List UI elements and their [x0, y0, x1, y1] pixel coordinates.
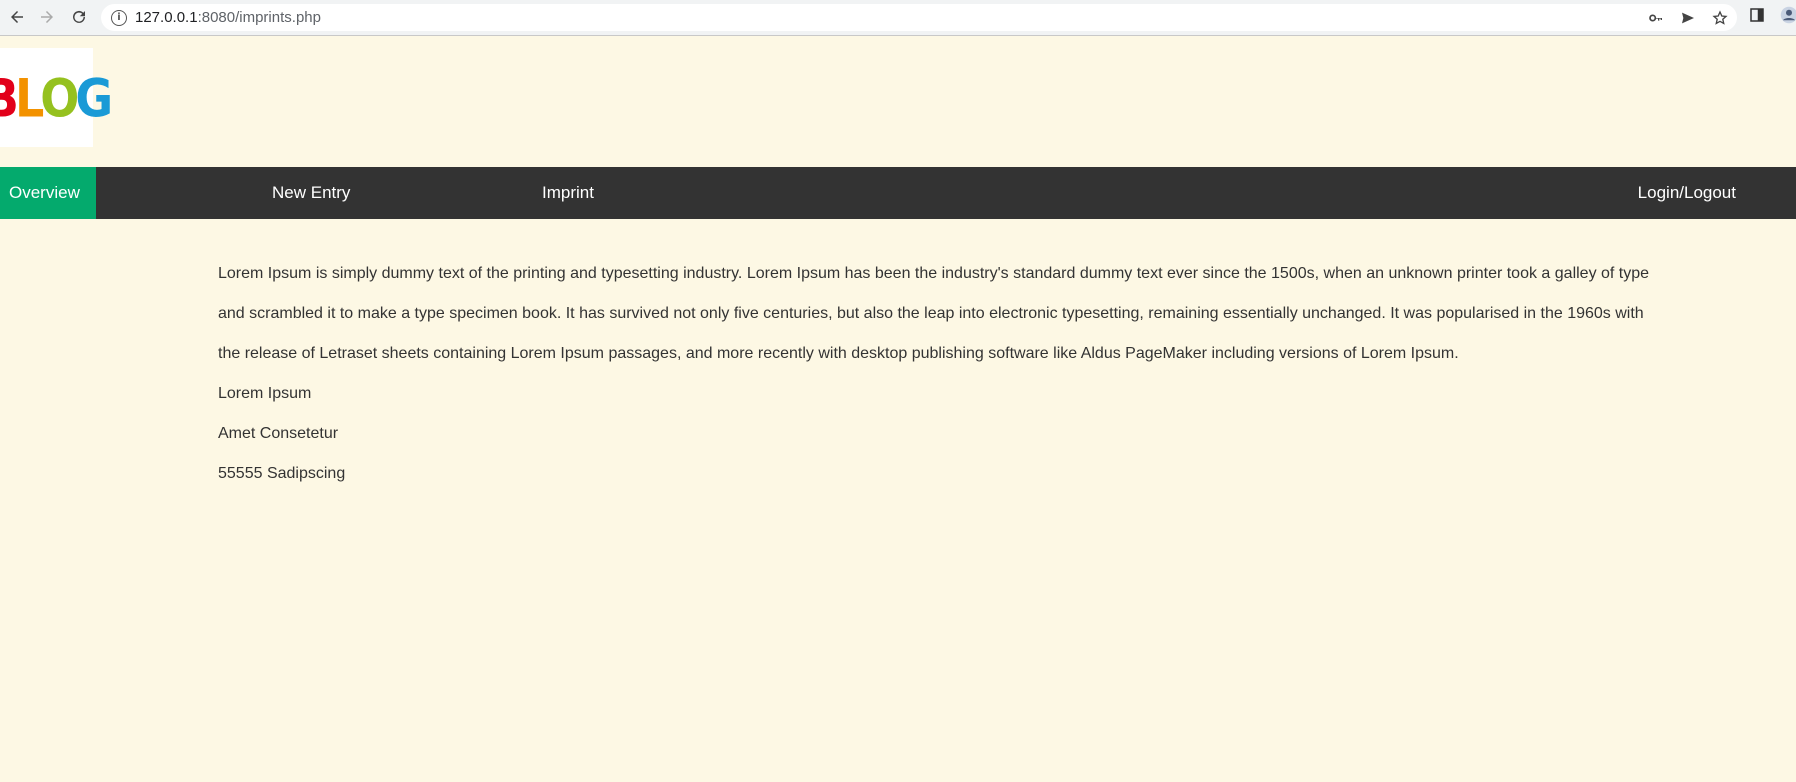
forward-icon[interactable] — [30, 0, 64, 34]
nav-overview[interactable]: Overview — [0, 167, 96, 219]
key-icon[interactable] — [1647, 9, 1665, 27]
send-icon[interactable] — [1679, 9, 1697, 27]
nav-imprint[interactable]: Imprint — [542, 167, 594, 219]
url-host: 127.0.0.1 — [135, 9, 198, 26]
logo-letter: G — [75, 66, 113, 129]
imprint-city: 55555 Sadipscing — [218, 465, 346, 482]
imprint-name: Lorem Ipsum — [218, 385, 312, 402]
reload-icon[interactable] — [62, 0, 96, 34]
star-icon[interactable] — [1711, 9, 1729, 27]
logo-lettering: B L O G — [0, 66, 113, 129]
imprint-paragraph: Lorem Ipsum is simply dummy text of the … — [218, 265, 1650, 362]
info-icon[interactable]: i — [111, 9, 127, 26]
imprint-street: Amet Consetetur — [218, 425, 339, 442]
main-navbar: Overview New Entry Imprint Login/Logout — [0, 167, 1796, 219]
profile-icon[interactable] — [1780, 6, 1796, 29]
imprint-content: Lorem Ipsum is simply dummy text of the … — [218, 254, 1658, 494]
logo-letter: L — [14, 66, 44, 129]
nav-login-logout[interactable]: Login/Logout — [1638, 167, 1736, 219]
browser-toolbar: i 127.0.0.1:8080/imprints.php — [0, 0, 1796, 36]
logo-letter: B — [0, 66, 19, 128]
nav-new-entry[interactable]: New Entry — [272, 167, 350, 219]
sidebar-icon[interactable] — [1748, 6, 1766, 29]
back-icon[interactable] — [0, 0, 34, 34]
logo-letter: O — [40, 66, 79, 129]
address-bar[interactable]: i 127.0.0.1:8080/imprints.php — [101, 4, 1737, 31]
blog-logo[interactable]: B L O G — [0, 48, 113, 147]
url-path: :8080/imprints.php — [197, 9, 321, 26]
